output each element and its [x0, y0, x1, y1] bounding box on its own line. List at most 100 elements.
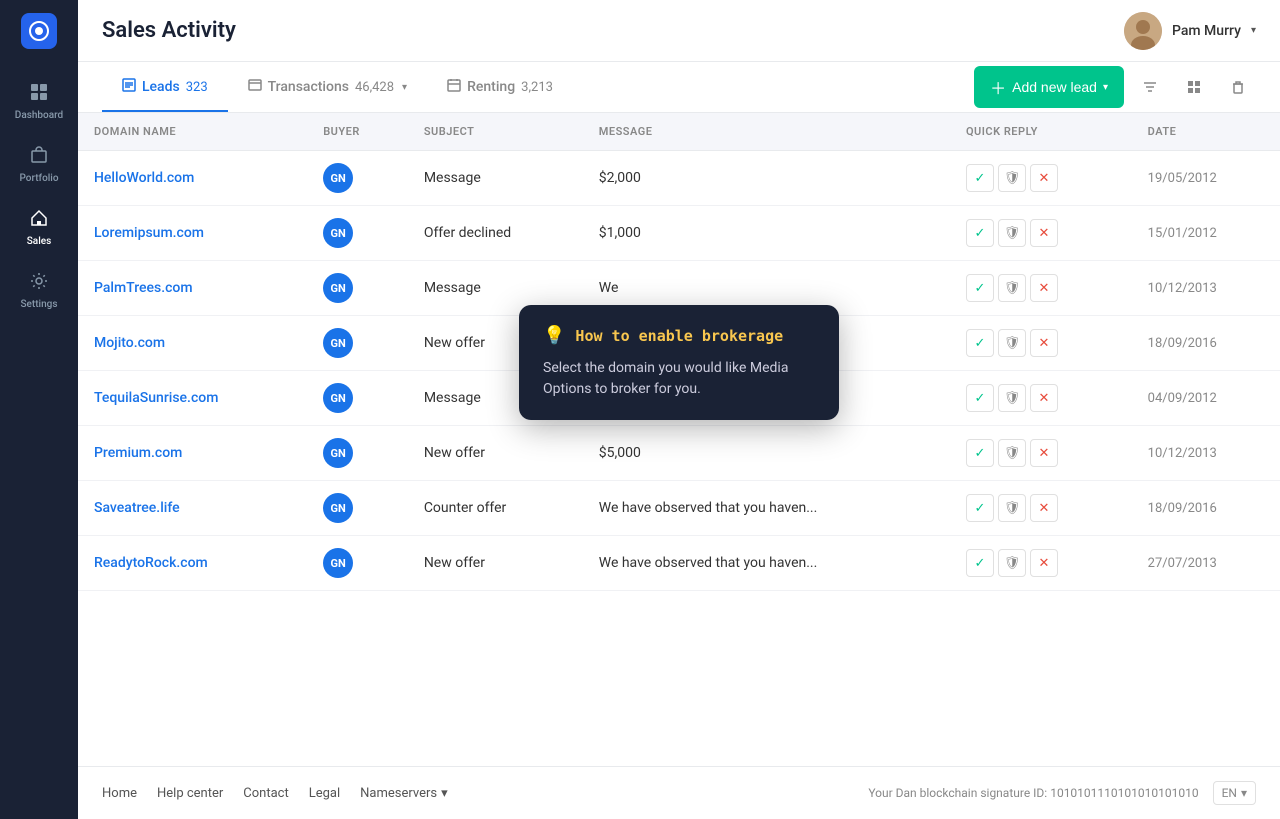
- tooltip-box: 💡 How to enable brokerage Select the dom…: [519, 305, 839, 420]
- quick-reply-shield-button[interactable]: 🛡: [998, 164, 1026, 192]
- quick-reply-reject-button[interactable]: ✕: [1030, 549, 1058, 577]
- cell-buyer: GN: [307, 371, 408, 426]
- quick-reply-accept-button[interactable]: ✓: [966, 274, 994, 302]
- domain-link[interactable]: TequilaSunrise.com: [94, 390, 218, 406]
- domain-link[interactable]: HelloWorld.com: [94, 170, 194, 186]
- sidebar-item-dashboard[interactable]: Dashboard: [0, 70, 78, 133]
- quick-reply-buttons: ✓ 🛡 ✕: [966, 494, 1116, 522]
- footer-link-contact[interactable]: Contact: [243, 786, 288, 801]
- buyer-badge: GN: [323, 273, 353, 303]
- cell-domain: Premium.com: [78, 426, 307, 481]
- domain-link[interactable]: ReadytoRock.com: [94, 555, 208, 571]
- blockchain-id: Your Dan blockchain signature ID: 101010…: [868, 786, 1198, 800]
- cell-buyer: GN: [307, 316, 408, 371]
- quick-reply-shield-button[interactable]: 🛡: [998, 384, 1026, 412]
- cell-buyer: GN: [307, 206, 408, 261]
- cell-date: 27/07/2013: [1132, 536, 1280, 591]
- domain-link[interactable]: Saveatree.life: [94, 500, 180, 516]
- buyer-badge: GN: [323, 383, 353, 413]
- delete-button[interactable]: [1220, 69, 1256, 105]
- col-quick-reply: Quick Reply: [950, 113, 1132, 151]
- cell-subject: New offer: [408, 536, 583, 591]
- sidebar-item-label-sales: Sales: [27, 236, 52, 247]
- sidebar-item-sales[interactable]: Sales: [0, 196, 78, 259]
- cell-buyer: GN: [307, 426, 408, 481]
- transactions-icon: [248, 78, 262, 96]
- col-buyer: Buyer: [307, 113, 408, 151]
- footer-links: Home Help center Contact Legal Nameserve…: [102, 786, 448, 801]
- quick-reply-shield-button[interactable]: 🛡: [998, 329, 1026, 357]
- cell-domain: Loremipsum.com: [78, 206, 307, 261]
- quick-reply-shield-button[interactable]: 🛡: [998, 219, 1026, 247]
- sidebar-item-portfolio[interactable]: Portfolio: [0, 133, 78, 196]
- quick-reply-reject-button[interactable]: ✕: [1030, 164, 1058, 192]
- quick-reply-reject-button[interactable]: ✕: [1030, 274, 1058, 302]
- buyer-badge: GN: [323, 218, 353, 248]
- nameservers-arrow-icon: ▾: [441, 786, 448, 801]
- cell-buyer: GN: [307, 481, 408, 536]
- tab-renting[interactable]: Renting 3,213: [427, 62, 573, 112]
- col-message: Message: [583, 113, 950, 151]
- quick-reply-accept-button[interactable]: ✓: [966, 384, 994, 412]
- quick-reply-accept-button[interactable]: ✓: [966, 164, 994, 192]
- buyer-badge: GN: [323, 328, 353, 358]
- leads-icon: [122, 78, 136, 96]
- quick-reply-accept-button[interactable]: ✓: [966, 494, 994, 522]
- renting-icon: [447, 78, 461, 96]
- cell-quick-reply: ✓ 🛡 ✕: [950, 206, 1132, 261]
- grid-view-button[interactable]: [1176, 69, 1212, 105]
- quick-reply-accept-button[interactable]: ✓: [966, 219, 994, 247]
- buyer-badge: GN: [323, 493, 353, 523]
- quick-reply-shield-button[interactable]: 🛡: [998, 549, 1026, 577]
- quick-reply-accept-button[interactable]: ✓: [966, 549, 994, 577]
- lang-select[interactable]: EN ▾: [1213, 781, 1256, 805]
- cell-buyer: GN: [307, 536, 408, 591]
- add-new-lead-button[interactable]: ＋ Add new lead ▾: [974, 66, 1124, 108]
- quick-reply-shield-button[interactable]: 🛡: [998, 274, 1026, 302]
- quick-reply-buttons: ✓ 🛡 ✕: [966, 219, 1116, 247]
- quick-reply-shield-button[interactable]: 🛡: [998, 494, 1026, 522]
- cell-subject: Offer declined: [408, 206, 583, 261]
- domain-link[interactable]: Premium.com: [94, 445, 182, 461]
- tab-leads[interactable]: Leads 323: [102, 62, 228, 112]
- cell-quick-reply: ✓ 🛡 ✕: [950, 261, 1132, 316]
- user-menu[interactable]: Pam Murry ▾: [1124, 12, 1256, 50]
- footer-link-home[interactable]: Home: [102, 786, 137, 801]
- quick-reply-reject-button[interactable]: ✕: [1030, 439, 1058, 467]
- lang-arrow-icon: ▾: [1241, 786, 1247, 800]
- quick-reply-reject-button[interactable]: ✕: [1030, 384, 1058, 412]
- quick-reply-shield-button[interactable]: 🛡: [998, 439, 1026, 467]
- tab-transactions[interactable]: Transactions 46,428 ▾: [228, 62, 427, 112]
- sidebar-item-settings[interactable]: Settings: [0, 259, 78, 322]
- domain-link[interactable]: Mojito.com: [94, 335, 165, 351]
- quick-reply-accept-button[interactable]: ✓: [966, 439, 994, 467]
- cell-domain: Saveatree.life: [78, 481, 307, 536]
- cell-domain: Mojito.com: [78, 316, 307, 371]
- cell-quick-reply: ✓ 🛡 ✕: [950, 151, 1132, 206]
- cell-subject: Message: [408, 151, 583, 206]
- domain-link[interactable]: Loremipsum.com: [94, 225, 204, 241]
- cell-date: 04/09/2012: [1132, 371, 1280, 426]
- cell-message: We have observed that you haven...: [583, 481, 950, 536]
- footer-link-help[interactable]: Help center: [157, 786, 223, 801]
- plus-icon: ＋: [990, 75, 1006, 99]
- quick-reply-reject-button[interactable]: ✕: [1030, 219, 1058, 247]
- settings-icon: [29, 271, 49, 295]
- cell-date: 10/12/2013: [1132, 261, 1280, 316]
- quick-reply-reject-button[interactable]: ✕: [1030, 494, 1058, 522]
- cell-date: 18/09/2016: [1132, 481, 1280, 536]
- domain-link[interactable]: PalmTrees.com: [94, 280, 193, 296]
- filter-button[interactable]: [1132, 69, 1168, 105]
- main-content: Sales Activity Pam Murry ▾: [78, 0, 1280, 819]
- transactions-arrow-icon: ▾: [402, 82, 407, 93]
- footer-link-nameservers[interactable]: Nameservers ▾: [360, 786, 448, 801]
- footer-link-legal[interactable]: Legal: [309, 786, 340, 801]
- quick-reply-accept-button[interactable]: ✓: [966, 329, 994, 357]
- footer-right: Your Dan blockchain signature ID: 101010…: [868, 781, 1256, 805]
- logo[interactable]: [0, 0, 78, 62]
- tooltip-title-text: How to enable brokerage: [575, 327, 783, 345]
- add-btn-arrow-icon: ▾: [1103, 82, 1108, 93]
- portfolio-icon: [29, 145, 49, 169]
- quick-reply-reject-button[interactable]: ✕: [1030, 329, 1058, 357]
- tabs-bar: Leads 323 Transactions 46,428 ▾: [78, 62, 1280, 113]
